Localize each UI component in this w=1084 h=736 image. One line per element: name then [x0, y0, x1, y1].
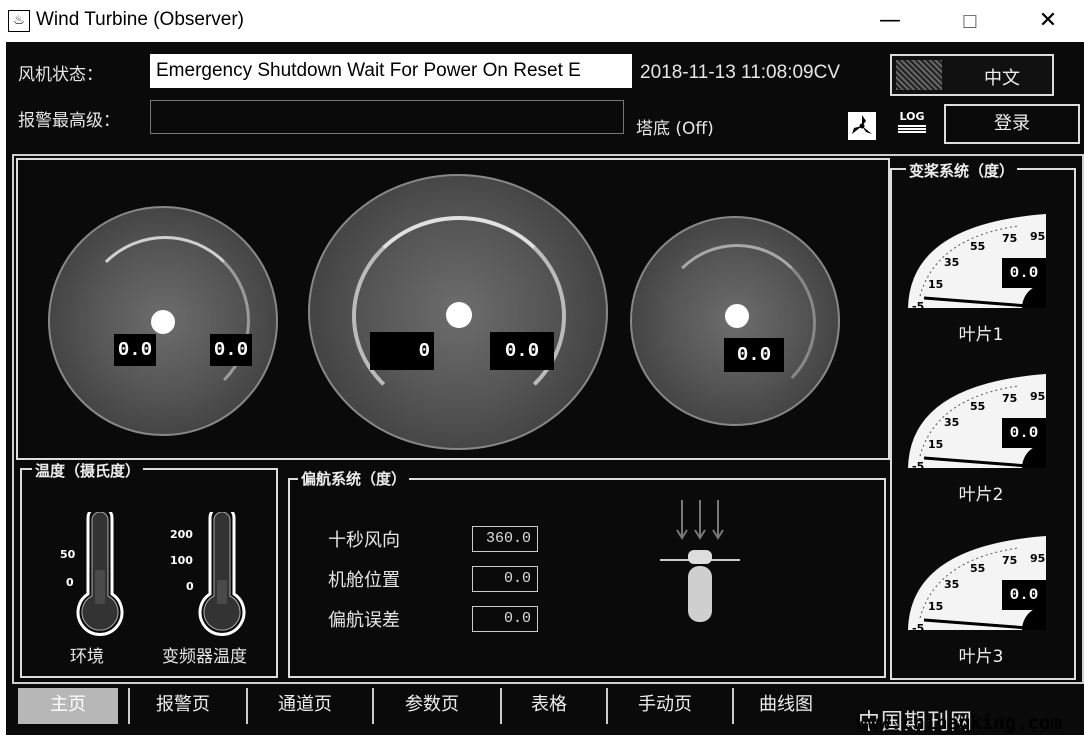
blade-scale-label: 35	[944, 416, 960, 429]
blade-label-2: 叶片2	[958, 485, 1004, 505]
wind-direction-field: 360.0	[472, 526, 538, 552]
nacelle-position-field: 0.0	[472, 566, 538, 592]
gauge-left: 0.0 0.0	[48, 206, 278, 436]
blade-scale-label: 95	[1030, 230, 1046, 243]
watermark-url: www.chinaqking.com	[856, 712, 1062, 734]
blade-value-2: 0.0	[1002, 418, 1046, 448]
blade-scale-label: 55	[970, 240, 986, 253]
gauge-center-hub	[446, 302, 472, 328]
blade-value-1: 0.0	[1002, 258, 1046, 288]
maximize-button[interactable]: ☐	[950, 12, 990, 33]
yaw-row-label-1: 十秒风向	[328, 530, 400, 551]
status-field: Emergency Shutdown Wait For Power On Res…	[150, 54, 632, 88]
tab-6[interactable]: 手动页	[606, 688, 722, 724]
gauge-center-value-2: 0.0	[490, 332, 554, 370]
gauge-right: 0.0	[630, 216, 840, 426]
converter-label: 变频器温度	[162, 647, 247, 667]
gauge-left-value-2: 0.0	[210, 334, 252, 366]
blade-scale-label: 75	[1002, 554, 1018, 567]
gauge-left-hub	[151, 310, 175, 334]
blade-scale-label: 55	[970, 562, 986, 575]
language-button-label: 中文	[984, 68, 1020, 89]
gauge-center-value-1: 0	[370, 332, 434, 370]
blade-scale-label: -5	[912, 622, 925, 635]
blade-scale-label: 35	[944, 578, 960, 591]
nacelle-icon	[660, 500, 740, 622]
status-label: 风机状态：	[18, 65, 103, 85]
yaw-title: 偏航系统（度）	[298, 468, 410, 489]
tab-5[interactable]: 表格	[500, 688, 596, 724]
noise-pattern	[896, 60, 942, 90]
blade-scale-label: 95	[1030, 390, 1046, 403]
converter-thermometer	[198, 512, 246, 636]
app-icon: ♨	[8, 10, 30, 32]
log-icon-text: LOG	[899, 110, 925, 123]
blade-gauge-2: -5 15 35 55 75 95 0.0	[906, 372, 1056, 473]
blade-label-3: 叶片3	[958, 647, 1004, 667]
blade-scale-label: 15	[928, 600, 944, 613]
yaw-panel: 偏航系统（度） 十秒风向 360.0 机舱位置 0.0 偏航误差 0.0	[288, 468, 886, 678]
yaw-row-label-2: 机舱位置	[328, 570, 400, 591]
window-title: Wind Turbine (Observer)	[36, 9, 245, 30]
tower-status: 塔底 (Off)	[636, 119, 714, 139]
converter-tick-200: 200	[170, 528, 193, 541]
log-icon[interactable]: LOG	[894, 110, 930, 140]
blade-gauge-3: -5 15 35 55 75 95 0.0	[906, 534, 1056, 635]
gauge-right-hub	[725, 304, 749, 328]
ambient-tick-0: 0	[66, 576, 74, 589]
tab-1[interactable]: 主页	[18, 688, 118, 724]
blade-scale-label: 15	[928, 438, 944, 451]
temperature-panel: 温度（摄氏度） 50 0 环境 200 100 0 变频器温度	[20, 460, 278, 678]
blade-scale-label: -5	[912, 300, 925, 313]
close-button[interactable]: ✕	[1028, 8, 1068, 33]
blade-scale-label: -5	[912, 460, 925, 473]
ambient-label: 环境	[70, 647, 104, 667]
converter-tick-100: 100	[170, 554, 193, 567]
tab-4[interactable]: 参数页	[372, 688, 490, 724]
gauges-panel: 0.0 0.0 0 0.0 0.0	[16, 158, 890, 460]
blade-scale-label: 95	[1030, 552, 1046, 565]
blade-scale-label: 15	[928, 278, 944, 291]
alarm-field	[150, 100, 624, 134]
title-bar: ♨ Wind Turbine (Observer) — ☐ ✕	[0, 0, 1084, 42]
gauge-right-value: 0.0	[724, 338, 784, 372]
yaw-error-field: 0.0	[472, 606, 538, 632]
gauge-left-value-1: 0.0	[114, 334, 156, 366]
minimize-button[interactable]: —	[870, 8, 910, 33]
alarm-label: 报警最高级：	[18, 111, 120, 131]
fan-icon[interactable]	[848, 112, 876, 140]
blade-scale-label: 35	[944, 256, 960, 269]
converter-tick-0: 0	[186, 580, 194, 593]
yaw-row-label-3: 偏航误差	[328, 610, 400, 631]
blade-value-3: 0.0	[1002, 580, 1046, 610]
blade-gauge-1: -5 15 35 55 75 95 0.0	[906, 212, 1056, 313]
app-content: 风机状态： Emergency Shutdown Wait For Power …	[6, 42, 1084, 735]
tab-3[interactable]: 通道页	[246, 688, 362, 724]
tab-2[interactable]: 报警页	[128, 688, 236, 724]
tab-7[interactable]: 曲线图	[732, 688, 838, 724]
blade-scale-label: 55	[970, 400, 986, 413]
pitch-title: 变桨系统（度）	[906, 160, 1018, 181]
blade-scale-label: 75	[1002, 392, 1018, 405]
gauge-center: 0 0.0	[308, 174, 608, 450]
datetime-display: 2018-11-13 11:08:09CV	[640, 62, 841, 83]
blade-label-1: 叶片1	[958, 325, 1004, 345]
ambient-thermometer	[76, 512, 124, 636]
ambient-tick-50: 50	[60, 548, 76, 561]
blade-scale-label: 75	[1002, 232, 1018, 245]
temperature-title: 温度（摄氏度）	[32, 460, 144, 481]
login-button[interactable]: 登录	[944, 104, 1080, 144]
language-button[interactable]: 中文	[890, 54, 1054, 96]
